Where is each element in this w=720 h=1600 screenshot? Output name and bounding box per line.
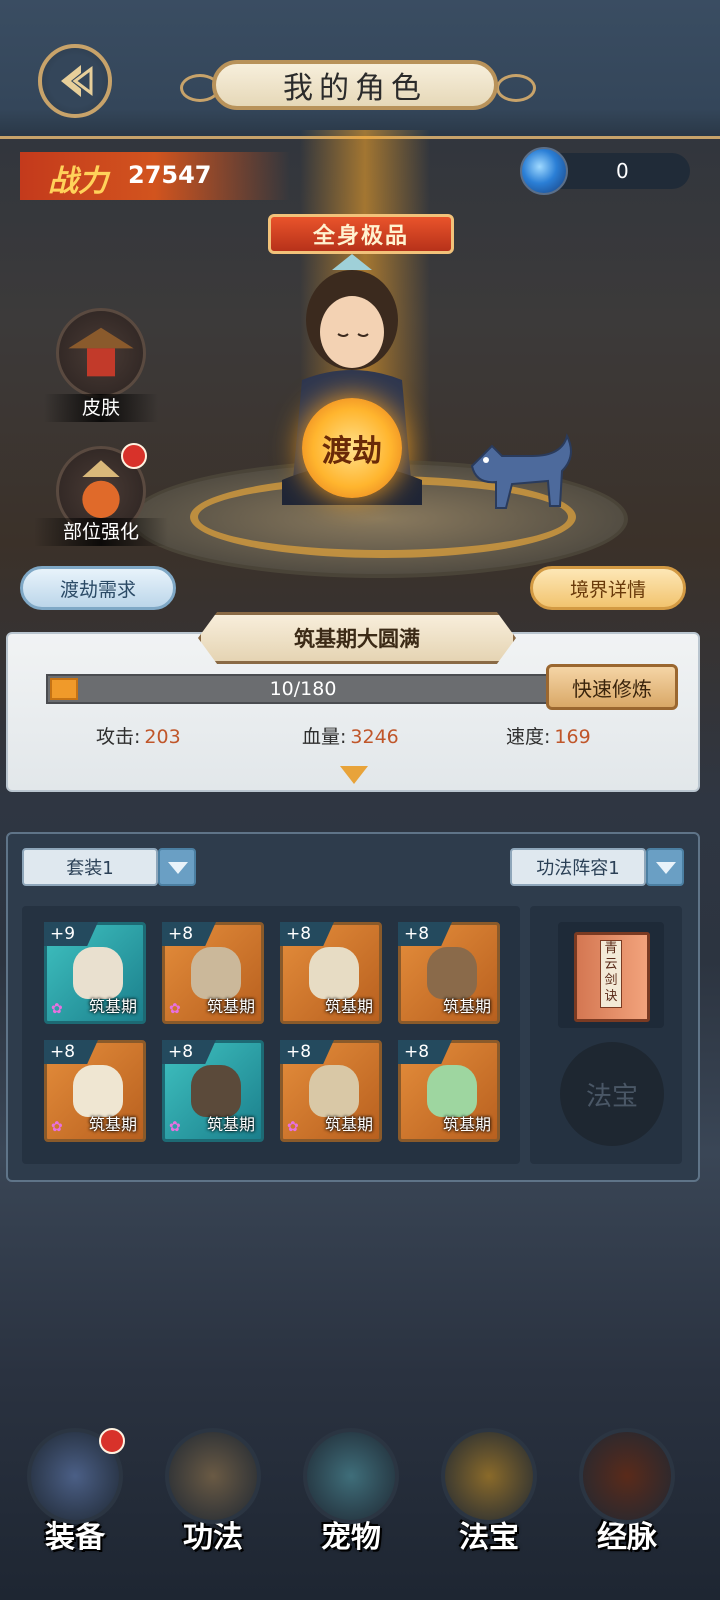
dagger-icon: [73, 947, 123, 999]
equipment-slot[interactable]: +8 筑基期: [398, 922, 500, 1024]
realm-title: 筑基期大圆满: [294, 627, 420, 651]
tribulation-orb[interactable]: 渡劫: [302, 398, 402, 498]
nav-item[interactable]: 法宝: [434, 1428, 544, 1556]
back-button[interactable]: [38, 44, 112, 118]
nav-item[interactable]: 装备: [20, 1428, 130, 1556]
wolf-pet-icon[interactable]: [462, 426, 582, 516]
equipment-slot[interactable]: +8 筑基期: [398, 1040, 500, 1142]
full-body-banner: 全身极品: [268, 214, 454, 254]
cultivation-progress-bar: 10/180: [46, 674, 560, 704]
progress-text: 10/180: [269, 678, 337, 700]
star-icon: ✿: [51, 1001, 63, 1017]
page-title-plate: 我的角色: [212, 60, 498, 110]
combat-power: 战力 27547: [20, 152, 290, 200]
slot-level: +8: [280, 922, 334, 946]
star-icon: ✿: [287, 1119, 299, 1135]
slot-tier: 筑基期: [88, 1115, 137, 1134]
boots-icon: [427, 947, 477, 999]
stat-hp-key: 血量:: [302, 726, 347, 748]
equipment-slot[interactable]: +9 筑基期 ✿: [44, 922, 146, 1024]
slot-tier: 筑基期: [324, 1115, 373, 1134]
formation-select[interactable]: 功法阵容1: [510, 848, 646, 886]
back-arrow-icon: [61, 65, 93, 97]
full-body-banner-text: 全身极品: [312, 223, 409, 249]
nav-item[interactable]: 宠物: [296, 1428, 406, 1556]
scroll-nav-icon: [165, 1428, 261, 1524]
skin-label: 皮肤: [44, 394, 158, 422]
combat-power-value: 27547: [128, 161, 212, 189]
blue-orb-icon: [520, 147, 568, 195]
slot-tier: 筑基期: [206, 1115, 255, 1134]
dragon-pet-icon: [303, 1428, 399, 1524]
nav-item[interactable]: 经脉: [572, 1428, 682, 1556]
page-title: 我的角色: [283, 71, 427, 106]
jade-ring-icon: [427, 1065, 477, 1117]
stat-speed: 速度: 169: [506, 722, 591, 749]
slot-level: +8: [162, 922, 216, 946]
slot-level: +8: [162, 1040, 216, 1064]
meridian-figure-icon: [579, 1428, 675, 1524]
straw-hat-figure-icon: [68, 327, 134, 377]
set-select[interactable]: 套装1: [22, 848, 158, 886]
necklace-icon: [73, 1065, 123, 1117]
treasure-slot[interactable]: 法宝: [560, 1042, 664, 1146]
realm-details-button[interactable]: 境界详情: [530, 566, 686, 610]
star-icon: ✿: [169, 1001, 181, 1017]
nav-item[interactable]: 功法: [158, 1428, 268, 1556]
slot-tier: 筑基期: [88, 997, 137, 1016]
stat-hp: 血量: 3246: [302, 722, 399, 749]
realm-title-plate: 筑基期大圆满: [198, 612, 516, 664]
skin-button[interactable]: [56, 308, 146, 398]
part-enhance-label: 部位强化: [34, 518, 168, 546]
equipment-slot[interactable]: +8 筑基期 ✿: [162, 1040, 264, 1142]
slot-tier: 筑基期: [442, 997, 491, 1016]
equipment-slot[interactable]: +8 筑基期: [280, 922, 382, 1024]
slot-level: +8: [398, 1040, 452, 1064]
equipment-slot[interactable]: +8 筑基期 ✿: [280, 1040, 382, 1142]
stat-attack-key: 攻击:: [96, 726, 141, 748]
currency-counter[interactable]: 0: [520, 147, 690, 195]
stat-attack-value: 203: [144, 726, 181, 748]
slot-tier: 筑基期: [324, 997, 373, 1016]
slot-tier: 筑基期: [442, 1115, 491, 1134]
belt-icon: [191, 1065, 241, 1117]
skill-book-label: 青云剑诀: [600, 940, 622, 1008]
set-select-dropdown-icon[interactable]: [158, 848, 196, 886]
star-icon: ✿: [169, 1119, 181, 1135]
golden-bell-icon: [441, 1428, 537, 1524]
notification-dot: [121, 443, 147, 469]
formation-select-dropdown-icon[interactable]: [646, 848, 684, 886]
tribulation-requirements-button[interactable]: 渡劫需求: [20, 566, 176, 610]
slot-tier: 筑基期: [206, 997, 255, 1016]
notification-dot: [99, 1428, 125, 1454]
armor-nav-icon: [27, 1428, 125, 1524]
slot-level: +8: [44, 1040, 98, 1064]
treasure-slot-label: 法宝: [585, 1081, 638, 1112]
stat-attack: 攻击: 203: [96, 722, 181, 749]
equipment-slot[interactable]: +8 筑基期 ✿: [162, 922, 264, 1024]
armor-icon: [191, 947, 241, 999]
equipment-slot[interactable]: +8 筑基期 ✿: [44, 1040, 146, 1142]
expand-arrow-icon[interactable]: [340, 766, 368, 784]
slot-level: +9: [44, 922, 98, 946]
stat-hp-value: 3246: [350, 726, 399, 748]
bracelet-icon: [309, 1065, 359, 1117]
currency-value: 0: [616, 159, 629, 183]
stat-speed-key: 速度:: [506, 726, 551, 748]
title-ornament-right: [496, 74, 536, 102]
combat-power-label: 战力: [48, 164, 108, 199]
skull-helmet-icon: [309, 947, 359, 999]
stat-speed-value: 169: [554, 726, 591, 748]
quick-train-button[interactable]: 快速修炼: [546, 664, 678, 710]
slot-level: +8: [280, 1040, 334, 1064]
star-icon: ✿: [51, 1119, 63, 1135]
tribulation-orb-label: 渡劫: [322, 434, 382, 469]
slot-level: +8: [398, 922, 452, 946]
